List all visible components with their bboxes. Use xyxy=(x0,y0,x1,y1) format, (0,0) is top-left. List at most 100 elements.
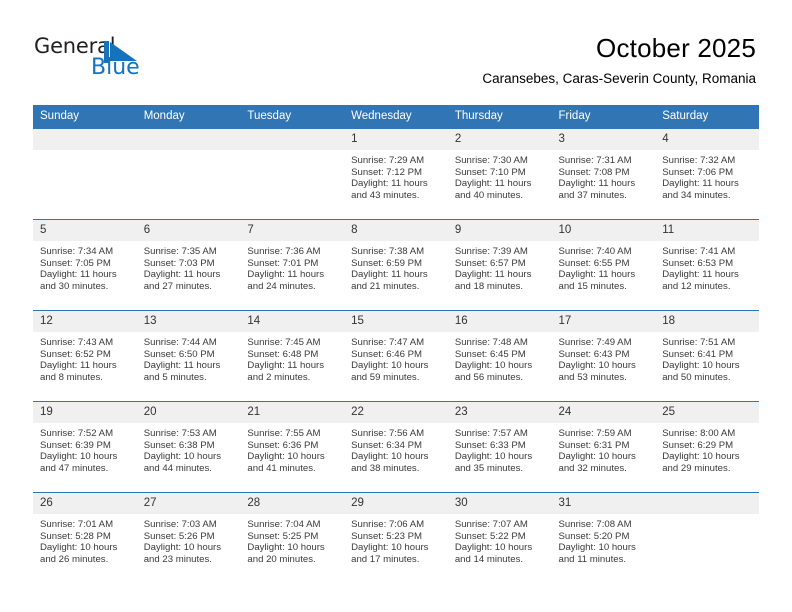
day-number xyxy=(136,129,241,150)
daylight-text-line1: Daylight: 10 hours xyxy=(558,542,636,554)
daylight-text-line1: Daylight: 11 hours xyxy=(454,178,532,190)
sunrise-text: Sunrise: 7:43 AM xyxy=(40,337,114,348)
daylight-text-line1: Daylight: 10 hours xyxy=(143,451,222,463)
sunset-text: Sunset: 6:53 PM xyxy=(662,257,734,269)
sunset-text: Sunset: 7:06 PM xyxy=(662,166,734,178)
calendar-day-cell[interactable]: 1 Sunrise: 7:29 AM Sunset: 7:12 PM Daylight… xyxy=(344,128,448,220)
calendar-day-cell[interactable] xyxy=(136,128,241,220)
day-details: Sunrise: 7:49 AM Sunset: 6:43 PM Daylight:… xyxy=(552,332,656,383)
daylight-text-line2: and 8 minutes. xyxy=(40,371,103,383)
sunrise-text: Sunrise: 7:07 AM xyxy=(454,519,528,530)
day-details: Sunrise: 7:39 AM Sunset: 6:57 PM Daylight:… xyxy=(448,241,552,292)
calendar-day-cell[interactable]: 23 Sunrise: 7:57 AM Sunset: 6:33 PM Dayligh… xyxy=(447,401,552,493)
daylight-text-line2: and 5 minutes. xyxy=(143,371,207,383)
daylight-text-line2: and 56 minutes. xyxy=(454,371,524,383)
calendar-day-cell[interactable]: 27 Sunrise: 7:03 AM Sunset: 5:26 PM Dayligh… xyxy=(136,492,241,583)
calendar-day-cell[interactable]: 5 Sunrise: 7:34 AM Sunset: 7:05 PM Daylight… xyxy=(33,219,137,311)
sunset-text: Sunset: 5:20 PM xyxy=(558,530,630,542)
calendar-day-cell[interactable]: 10 Sunrise: 7:40 AM Sunset: 6:55 PM Dayligh… xyxy=(551,219,656,311)
sunset-text: Sunset: 6:48 PM xyxy=(247,348,319,360)
day-details: Sunrise: 7:48 AM Sunset: 6:45 PM Daylight:… xyxy=(448,332,552,383)
day-number: 9 xyxy=(447,220,552,241)
day-number: 4 xyxy=(655,129,759,150)
calendar-day-cell[interactable]: 13 Sunrise: 7:44 AM Sunset: 6:50 PM Dayligh… xyxy=(136,310,241,402)
calendar-day-cell[interactable]: 21 Sunrise: 7:55 AM Sunset: 6:36 PM Dayligh… xyxy=(240,401,345,493)
calendar-day-cell[interactable]: 6 Sunrise: 7:35 AM Sunset: 7:03 PM Daylight… xyxy=(136,219,241,311)
calendar-day-cell[interactable]: 4 Sunrise: 7:32 AM Sunset: 7:06 PM Daylight… xyxy=(655,128,759,220)
day-details: Sunrise: 7:08 AM Sunset: 5:20 PM Daylight:… xyxy=(552,514,656,565)
calendar-day-cell[interactable]: 18 Sunrise: 7:51 AM Sunset: 6:41 PM Dayligh… xyxy=(655,310,759,402)
day-details: Sunrise: 7:51 AM Sunset: 6:41 PM Daylight:… xyxy=(655,332,759,383)
sunrise-text: Sunrise: 7:55 AM xyxy=(247,428,321,439)
calendar-day-cell[interactable]: 29 Sunrise: 7:06 AM Sunset: 5:23 PM Dayligh… xyxy=(344,492,448,583)
calendar-day-cell[interactable]: 12 Sunrise: 7:43 AM Sunset: 6:52 PM Dayligh… xyxy=(33,310,137,402)
day-number: 20 xyxy=(136,402,241,423)
calendar-day-cell[interactable]: 16 Sunrise: 7:48 AM Sunset: 6:45 PM Dayligh… xyxy=(447,310,552,402)
daylight-text-line2: and 27 minutes. xyxy=(143,280,212,292)
sunset-text: Sunset: 5:26 PM xyxy=(143,530,215,542)
day-details: Sunrise: 7:29 AM Sunset: 7:12 PM Daylight:… xyxy=(344,150,448,201)
weekday-header-saturday: Saturday xyxy=(655,105,759,129)
sunrise-text: Sunrise: 7:49 AM xyxy=(558,337,632,348)
calendar-day-cell[interactable]: 17 Sunrise: 7:49 AM Sunset: 6:43 PM Dayligh… xyxy=(551,310,656,402)
calendar-day-cell[interactable] xyxy=(655,492,759,583)
calendar-day-cell[interactable]: 14 Sunrise: 7:45 AM Sunset: 6:48 PM Dayligh… xyxy=(240,310,345,402)
daylight-text-line2: and 18 minutes. xyxy=(454,280,524,292)
calendar-day-cell[interactable]: 25 Sunrise: 8:00 AM Sunset: 6:29 PM Dayligh… xyxy=(655,401,759,493)
day-number: 31 xyxy=(551,493,656,514)
day-details: Sunrise: 7:32 AM Sunset: 7:06 PM Daylight:… xyxy=(655,150,759,201)
calendar-day-cell[interactable]: 30 Sunrise: 7:07 AM Sunset: 5:22 PM Dayligh… xyxy=(447,492,552,583)
day-number: 3 xyxy=(551,129,656,150)
daylight-text-line2: and 11 minutes. xyxy=(558,553,627,565)
daylight-text-line1: Daylight: 11 hours xyxy=(40,269,117,281)
daylight-text-line1: Daylight: 11 hours xyxy=(454,269,532,281)
sunset-text: Sunset: 6:43 PM xyxy=(558,348,630,360)
calendar-day-cell[interactable]: 7 Sunrise: 7:36 AM Sunset: 7:01 PM Daylight… xyxy=(240,219,345,311)
calendar-day-cell[interactable]: 22 Sunrise: 7:56 AM Sunset: 6:34 PM Dayligh… xyxy=(344,401,448,493)
day-number: 14 xyxy=(240,311,345,332)
calendar-day-cell[interactable]: 19 Sunrise: 7:52 AM Sunset: 6:39 PM Dayligh… xyxy=(33,401,137,493)
daylight-text-line1: Daylight: 10 hours xyxy=(351,451,429,463)
daylight-text-line1: Daylight: 11 hours xyxy=(247,360,325,372)
calendar-day-cell[interactable]: 15 Sunrise: 7:47 AM Sunset: 6:46 PM Dayligh… xyxy=(344,310,448,402)
sunset-text: Sunset: 5:23 PM xyxy=(351,530,423,542)
day-number xyxy=(33,129,137,150)
sunset-text: Sunset: 7:10 PM xyxy=(454,166,526,178)
calendar-day-cell[interactable]: 26 Sunrise: 7:01 AM Sunset: 5:28 PM Dayligh… xyxy=(33,492,137,583)
calendar-week-row: 26 Sunrise: 7:01 AM Sunset: 5:28 PM Dayligh… xyxy=(33,492,759,583)
daylight-text-line1: Daylight: 10 hours xyxy=(558,451,636,463)
weekday-header-friday: Friday xyxy=(551,105,656,129)
calendar-day-cell[interactable]: 24 Sunrise: 7:59 AM Sunset: 6:31 PM Dayligh… xyxy=(551,401,656,493)
generalblue-logo[interactable]: General Blue xyxy=(34,36,164,86)
calendar-day-cell[interactable]: 31 Sunrise: 7:08 AM Sunset: 5:20 PM Dayligh… xyxy=(551,492,656,583)
calendar-day-cell[interactable]: 3 Sunrise: 7:31 AM Sunset: 7:08 PM Daylight… xyxy=(551,128,656,220)
calendar-day-cell[interactable]: 28 Sunrise: 7:04 AM Sunset: 5:25 PM Dayligh… xyxy=(240,492,345,583)
day-number: 19 xyxy=(33,402,137,423)
daylight-text-line2: and 12 minutes. xyxy=(662,280,731,292)
calendar-day-cell[interactable] xyxy=(240,128,345,220)
calendar-day-cell[interactable]: 11 Sunrise: 7:41 AM Sunset: 6:53 PM Dayligh… xyxy=(655,219,759,311)
calendar-day-cell[interactable]: 8 Sunrise: 7:38 AM Sunset: 6:59 PM Daylight… xyxy=(344,219,448,311)
calendar-day-cell[interactable]: 2 Sunrise: 7:30 AM Sunset: 7:10 PM Daylight… xyxy=(447,128,552,220)
sunrise-text: Sunrise: 7:34 AM xyxy=(40,246,114,257)
sunrise-text: Sunrise: 8:00 AM xyxy=(662,428,736,439)
sunset-text: Sunset: 7:08 PM xyxy=(558,166,630,178)
day-number: 29 xyxy=(344,493,448,514)
calendar-day-cell[interactable]: 9 Sunrise: 7:39 AM Sunset: 6:57 PM Daylight… xyxy=(447,219,552,311)
daylight-text-line1: Daylight: 10 hours xyxy=(247,451,325,463)
daylight-text-line2: and 29 minutes. xyxy=(662,462,731,474)
sunset-text: Sunset: 7:03 PM xyxy=(143,257,215,269)
sunset-text: Sunset: 5:22 PM xyxy=(454,530,526,542)
day-number: 2 xyxy=(447,129,552,150)
day-details: Sunrise: 7:38 AM Sunset: 6:59 PM Daylight:… xyxy=(344,241,448,292)
sunset-text: Sunset: 7:01 PM xyxy=(247,257,319,269)
calendar-day-cell[interactable] xyxy=(33,128,137,220)
daylight-text-line2: and 35 minutes. xyxy=(454,462,524,474)
day-details: Sunrise: 7:53 AM Sunset: 6:38 PM Daylight:… xyxy=(137,423,241,474)
day-number: 1 xyxy=(344,129,448,150)
daylight-text-line2: and 21 minutes. xyxy=(351,280,420,292)
sunset-text: Sunset: 6:29 PM xyxy=(662,439,734,451)
day-details: Sunrise: 7:47 AM Sunset: 6:46 PM Daylight:… xyxy=(344,332,448,383)
calendar-day-cell[interactable]: 20 Sunrise: 7:53 AM Sunset: 6:38 PM Dayligh… xyxy=(136,401,241,493)
daylight-text-line2: and 41 minutes. xyxy=(247,462,316,474)
